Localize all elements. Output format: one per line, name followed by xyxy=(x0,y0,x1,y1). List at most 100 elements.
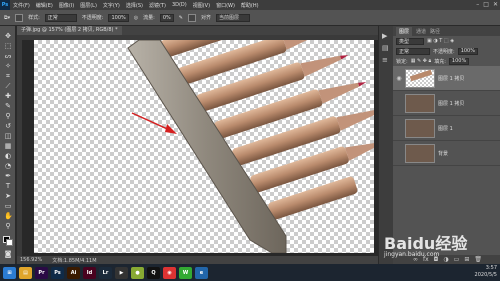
opacity-field[interactable]: 100% xyxy=(108,13,129,22)
document-tabbar: 子弹.jpg @ 157% (图层 2 拷贝, RGB/8) * xyxy=(17,26,378,35)
layer-name[interactable]: 图层 1 拷贝 xyxy=(438,75,464,82)
layer-row[interactable]: ◉ 图层 1 拷贝 xyxy=(393,66,500,91)
watermark-url: jingyan.baidu.com xyxy=(384,251,440,258)
qq-icon[interactable]: Q xyxy=(147,266,160,279)
premiere-icon[interactable]: Pr xyxy=(35,266,48,279)
menu-file[interactable]: 文件(F) xyxy=(10,2,33,9)
layer-filter-select[interactable]: 类型 xyxy=(396,37,424,45)
wechat-icon[interactable]: W xyxy=(179,266,192,279)
history-icon[interactable]: ▤ xyxy=(382,44,389,52)
sample-select[interactable]: 当前图层 xyxy=(215,13,250,22)
adjustment-icon[interactable]: ◑ xyxy=(443,256,448,263)
layer-name[interactable]: 图层 1 拷贝 xyxy=(438,100,464,107)
lightroom-icon[interactable]: Lr xyxy=(99,266,112,279)
tab-channels[interactable]: 通道 xyxy=(416,28,426,35)
layer-row[interactable]: 图层 1 拷贝 xyxy=(393,91,500,116)
illustrator-icon[interactable]: Ai xyxy=(67,266,80,279)
menu-layer[interactable]: 图层(L) xyxy=(77,2,100,9)
layer-opacity-label: 不透明度: xyxy=(433,48,455,55)
folder-icon[interactable]: ▤ xyxy=(19,266,32,279)
layer-name[interactable]: 图层 1 xyxy=(438,125,453,132)
browser-icon[interactable]: e xyxy=(195,266,208,279)
gradient-tool-icon[interactable]: ▦ xyxy=(4,142,12,150)
photoshop-icon[interactable]: Ps xyxy=(51,266,64,279)
healing-tool-icon[interactable]: ✚ xyxy=(4,92,12,100)
marquee-tool-icon[interactable]: ⬚ xyxy=(4,42,12,50)
tab-layers[interactable]: 图层 xyxy=(396,26,413,36)
layer-thumbnail xyxy=(405,143,435,163)
blend-mode-select[interactable]: 正常 xyxy=(396,47,430,55)
menu-image[interactable]: 图像(I) xyxy=(56,2,77,9)
fill-field[interactable]: 100% xyxy=(448,57,470,65)
quick-mask-icon[interactable]: ◙ xyxy=(4,250,12,258)
indesign-icon[interactable]: Id xyxy=(83,266,96,279)
zoom-tool-icon[interactable]: ⚲ xyxy=(4,222,12,230)
layer-name[interactable]: 背景 xyxy=(438,150,448,157)
dodge-tool-icon[interactable]: ◔ xyxy=(4,162,12,170)
lasso-tool-icon[interactable]: ᔕ xyxy=(4,52,12,60)
chrome-icon[interactable]: ◉ xyxy=(163,266,176,279)
panel-icon-strip: ▶ ▤ ≡ xyxy=(378,26,393,264)
document-tab[interactable]: 子弹.jpg @ 157% (图层 2 拷贝, RGB/8) * xyxy=(17,26,122,35)
zoom-level[interactable]: 156.92% xyxy=(20,257,42,263)
close-button[interactable]: ✕ xyxy=(493,1,498,8)
shape-tool-icon[interactable]: ▭ xyxy=(4,202,12,210)
clone-stamp-icon[interactable]: ⧉▾ xyxy=(4,15,10,21)
menu-edit[interactable]: 编辑(E) xyxy=(33,2,56,9)
mode-select[interactable]: 正常 xyxy=(44,13,77,22)
history-brush-icon[interactable]: ↺ xyxy=(4,122,12,130)
path-select-tool-icon[interactable]: ➤ xyxy=(4,192,12,200)
new-layer-icon[interactable]: ⊞ xyxy=(464,256,469,263)
menu-window[interactable]: 窗口(W) xyxy=(213,2,238,9)
taskbar: ⊞ ▤ Pr Ps Ai Id Lr ▶ ● Q ◉ We xyxy=(0,264,500,281)
lock-label: 锁定: xyxy=(396,58,408,65)
minimize-button[interactable]: – xyxy=(476,1,479,8)
menu-select[interactable]: 选择(S) xyxy=(123,2,146,9)
aligned-checkbox[interactable] xyxy=(187,13,196,22)
menu-filter[interactable]: 滤镜(T) xyxy=(146,2,169,9)
group-icon[interactable]: ▭ xyxy=(454,256,460,263)
system-clock: 3:57 2020/5/5 xyxy=(475,265,497,279)
aligned-label: 对齐 xyxy=(200,15,211,21)
clock-date: 2020/5/5 xyxy=(474,272,497,278)
filter-icons[interactable]: ▣ ◑ T ⬚ ◈ xyxy=(427,38,454,44)
menu-type[interactable]: 文字(Y) xyxy=(100,2,123,9)
crop-tool-icon[interactable]: ⌗ xyxy=(4,72,12,80)
brush-tool-icon[interactable]: ✎ xyxy=(4,102,12,110)
blur-tool-icon[interactable]: ◐ xyxy=(4,152,12,160)
quick-select-tool-icon[interactable]: ✧ xyxy=(4,62,12,70)
menu-help[interactable]: 帮助(H) xyxy=(238,2,262,9)
menu-view[interactable]: 视图(V) xyxy=(190,2,213,9)
eraser-tool-icon[interactable]: ◫ xyxy=(4,132,12,140)
media-icon[interactable]: ▶ xyxy=(115,266,128,279)
document-canvas[interactable] xyxy=(34,40,374,253)
left-ruler xyxy=(17,35,22,256)
flow-field[interactable]: 0% xyxy=(159,13,174,22)
photo-app-icon[interactable]: ● xyxy=(131,266,144,279)
hand-tool-icon[interactable]: ✋ xyxy=(4,212,13,220)
trash-icon[interactable]: 🗑︎ xyxy=(474,256,482,263)
layer-row[interactable]: 背景 xyxy=(393,141,500,166)
layers-panel: 图层 通道 路径 类型 ▣ ◑ T ⬚ ◈ 正常 不透明度: 100% 锁定: … xyxy=(393,26,500,264)
airbrush-icon[interactable]: ✎ xyxy=(179,15,183,21)
menu-3d[interactable]: 3D(D) xyxy=(169,2,190,8)
background-color-swatch[interactable] xyxy=(6,239,13,246)
lock-icons[interactable]: ▦ ✎ ✥ 🔒︎ xyxy=(411,58,432,64)
play-icon[interactable]: ▶ xyxy=(382,32,387,40)
windows-icon[interactable]: ⊞ xyxy=(3,266,16,279)
pressure-icon[interactable]: ◎ xyxy=(134,15,138,21)
layer-thumbnail xyxy=(405,68,435,88)
visibility-eye-icon[interactable]: ◉ xyxy=(396,75,402,82)
stamp-tool-icon[interactable]: ⚲ xyxy=(4,112,12,120)
brush-preset-swatch[interactable] xyxy=(15,13,24,22)
text-tool-icon[interactable]: T xyxy=(4,182,12,190)
maximize-button[interactable]: □ xyxy=(483,1,489,8)
layer-opacity-field[interactable]: 100% xyxy=(457,47,478,55)
pen-tool-icon[interactable]: ✒ xyxy=(4,172,12,180)
layer-row[interactable]: 图层 1 xyxy=(393,116,500,141)
properties-icon[interactable]: ≡ xyxy=(382,56,388,64)
move-tool-icon[interactable]: ✥ xyxy=(4,32,12,40)
eyedropper-tool-icon[interactable]: ⟋ xyxy=(4,82,12,90)
tab-paths[interactable]: 路径 xyxy=(430,28,440,35)
options-bar: ⧉▾ 样式: 正常 不透明度: 100% ◎ 流量: 0% ✎ 对齐 当前图层 xyxy=(0,10,500,26)
